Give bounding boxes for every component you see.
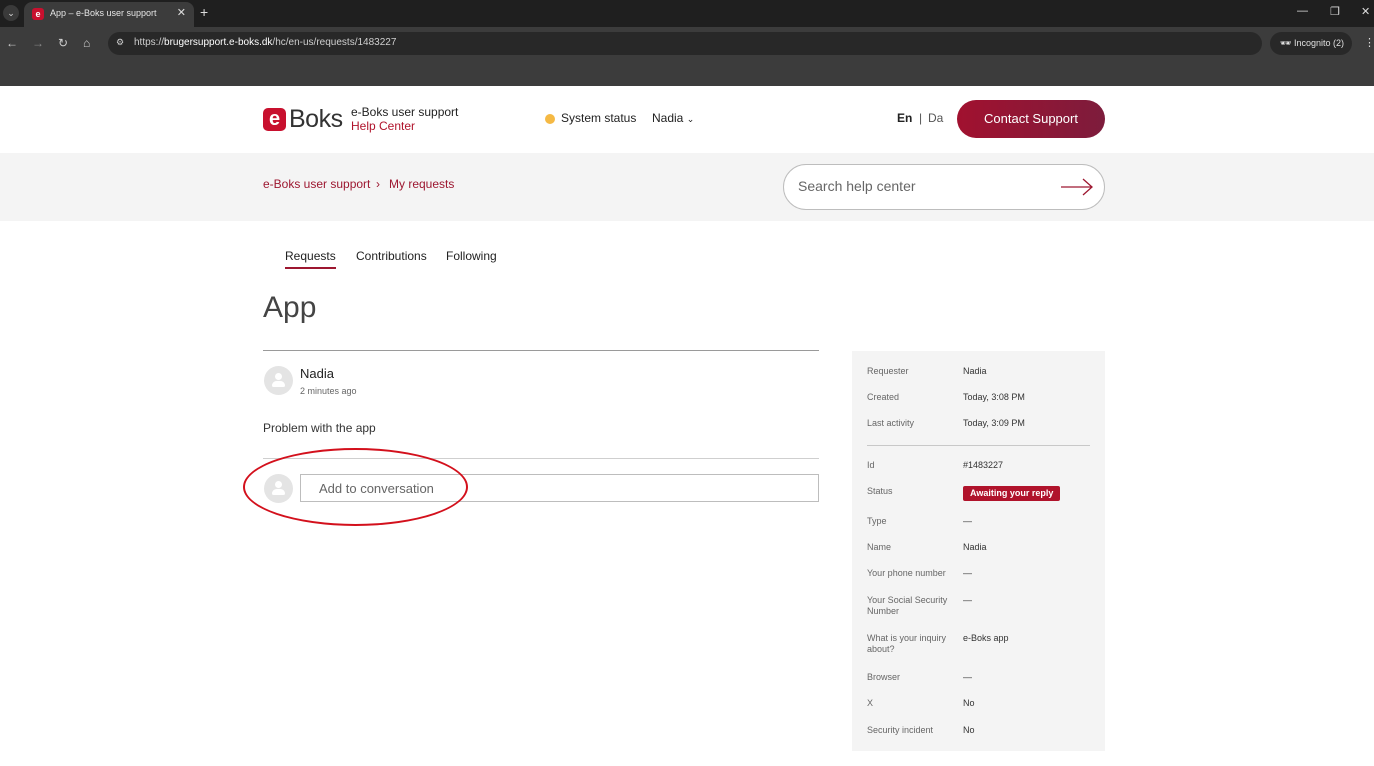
detail-value: No — [963, 698, 975, 708]
forward-icon[interactable]: → — [32, 36, 44, 50]
site-settings-icon[interactable]: ⚙ — [116, 37, 130, 50]
bookmarks-bar — [0, 60, 1374, 86]
url-text[interactable]: https://brugersupport.e-boks.dk/hc/en-us… — [134, 37, 396, 48]
system-status-dot-icon — [545, 114, 555, 124]
detail-value: Nadia — [963, 366, 987, 376]
request-details-panel: Requester Nadia Created Today, 3:08 PM L… — [852, 351, 1105, 751]
breadcrumb-my-requests[interactable]: My requests — [389, 177, 454, 191]
contact-support-button[interactable]: Contact Support — [957, 100, 1105, 138]
back-icon[interactable]: ← — [6, 36, 18, 50]
avatar-icon — [264, 474, 293, 503]
new-tab-button[interactable]: + — [200, 4, 208, 20]
detail-value: Today, 3:09 PM — [963, 418, 1025, 428]
language-da[interactable]: Da — [928, 111, 943, 125]
detail-label: Id — [867, 460, 875, 470]
eboks-logo-text[interactable]: Boks — [289, 105, 343, 134]
detail-label: Your Social Security Number — [867, 595, 948, 616]
tab-requests[interactable]: Requests — [285, 249, 336, 269]
detail-value: No — [963, 725, 975, 735]
divider — [263, 458, 819, 459]
user-menu[interactable]: Nadia ⌄ — [652, 111, 694, 125]
detail-label: Security incident — [867, 725, 934, 735]
page-title: App — [263, 291, 317, 324]
browser-menu-icon[interactable]: ⋮ — [1364, 36, 1374, 49]
detail-value: — — [963, 672, 972, 682]
detail-value: #1483227 — [963, 460, 1004, 470]
incognito-indicator[interactable]: 🕶 Incognito (2) — [1270, 32, 1352, 55]
eboks-logo-icon[interactable]: e — [263, 108, 286, 131]
detail-value: — — [963, 568, 972, 578]
reload-icon[interactable]: ↻ — [58, 36, 68, 50]
detail-value: e-Boks app — [963, 633, 1009, 643]
breadcrumb-separator: › — [376, 177, 380, 191]
detail-label: Name — [867, 542, 892, 552]
detail-label: Type — [867, 516, 887, 526]
minimize-icon[interactable]: — — [1297, 5, 1308, 17]
eboks-favicon-icon: e — [32, 8, 44, 20]
brand-title[interactable]: e-Boks user support — [351, 105, 458, 119]
add-to-conversation-input[interactable] — [300, 474, 819, 502]
detail-label: Status — [867, 486, 893, 496]
restore-icon[interactable]: ❐ — [1330, 5, 1340, 18]
detail-label: Created — [867, 392, 900, 402]
detail-value: Nadia — [963, 542, 987, 552]
incognito-icon: 🕶 — [1280, 38, 1294, 48]
browser-tab[interactable]: e App – e-Boks user support ✕ — [24, 2, 194, 27]
browser-toolbar: ← → ↻ ⌂ ⚙ https://brugersupport.e-boks.d… — [0, 27, 1374, 60]
search-input[interactable] — [798, 178, 1038, 194]
home-icon[interactable]: ⌂ — [83, 36, 90, 50]
comment-time: 2 minutes ago — [300, 386, 357, 396]
detail-label: X — [867, 698, 874, 708]
search-box — [783, 164, 1105, 210]
sub-header: e-Boks user support › My requests — [0, 153, 1374, 221]
chevron-down-icon: ⌄ — [686, 114, 695, 124]
language-separator: | — [919, 111, 923, 125]
tab-search-chevron-icon[interactable]: ⌄ — [3, 5, 19, 21]
site-header: e Boks e-Boks user support Help Center S… — [0, 86, 1374, 153]
detail-label: Your phone number — [867, 568, 946, 578]
language-en[interactable]: En — [897, 111, 912, 125]
detail-label: What is your inquiry about? — [867, 633, 947, 654]
status-badge: Awaiting your reply — [963, 486, 1061, 501]
avatar-icon — [264, 366, 293, 395]
divider — [867, 445, 1090, 446]
divider — [263, 350, 819, 351]
tab-contributions[interactable]: Contributions — [356, 249, 427, 263]
tab-close-icon[interactable]: ✕ — [177, 6, 186, 19]
brand-subtitle[interactable]: Help Center — [351, 119, 415, 133]
window-close-icon[interactable]: ✕ — [1361, 5, 1370, 18]
system-status-link[interactable]: System status — [561, 111, 636, 125]
detail-value: — — [963, 516, 972, 526]
detail-label: Last activity — [867, 418, 915, 428]
browser-tab-bar: ⌄ e App – e-Boks user support ✕ + — ❐ ✕ — [0, 0, 1374, 27]
detail-value: Today, 3:08 PM — [963, 392, 1025, 402]
detail-label: Browser — [867, 672, 901, 682]
breadcrumb-home[interactable]: e-Boks user support — [263, 177, 370, 191]
tab-title: App – e-Boks user support — [50, 8, 157, 18]
tab-following[interactable]: Following — [446, 249, 497, 263]
comment-body: Problem with the app — [263, 421, 376, 435]
address-bar[interactable]: ⚙ https://brugersupport.e-boks.dk/hc/en-… — [108, 32, 1262, 55]
arrow-right-icon[interactable] — [1060, 177, 1094, 197]
comment-author: Nadia — [300, 366, 334, 381]
detail-label: Requester — [867, 366, 909, 376]
detail-value: — — [963, 595, 972, 605]
